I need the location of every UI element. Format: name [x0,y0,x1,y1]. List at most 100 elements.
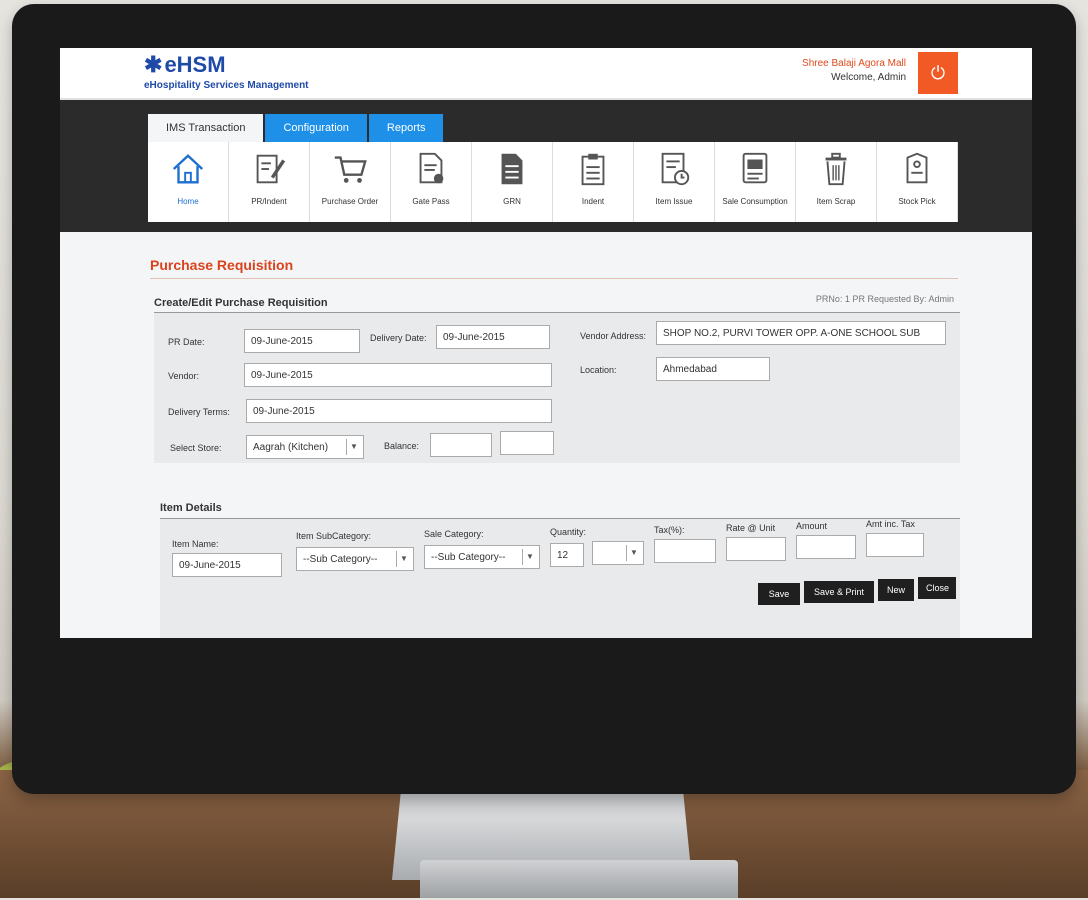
quantity-field[interactable]: 12 [550,543,584,567]
quantity-label: Quantity: [550,527,587,537]
sale-category-dropdown[interactable]: --Sub Category-- ▼ [424,545,540,569]
document-clock-icon [661,152,690,186]
save-button[interactable]: Save [758,583,800,605]
app-header: ✱eHSM eHospitality Services Management S… [60,48,1032,100]
document-icon [501,153,523,185]
select-store-label: Select Store: [170,443,222,453]
toolbar-item-issue[interactable]: Item Issue [634,142,715,222]
delivery-date-field[interactable]: 09-June-2015 [436,325,550,349]
main-tabs: IMS Transaction Configuration Reports [148,114,445,142]
toolbar-gate-pass-label: Gate Pass [412,197,450,206]
item-details-title: Item Details [160,502,222,514]
pr-date-label: PR Date: [168,337,205,347]
new-button[interactable]: New [878,579,914,601]
module-toolbar: Home PR/Indent Purchase Order Gate Pass … [148,142,958,222]
location-field[interactable]: Ahmedabad [656,357,770,381]
delivery-terms-field[interactable]: 09-June-2015 [246,399,552,423]
toolbar-purchase-order[interactable]: Purchase Order [310,142,391,222]
power-icon: ⏻ [930,63,946,83]
rate-field[interactable] [726,537,786,561]
toolbar-home-label: Home [177,197,199,206]
toolbar-indent-label: Indent [581,197,605,206]
amount-label: Amount [796,521,828,531]
tax-field[interactable] [654,539,716,563]
logout-button[interactable]: ⏻ [918,52,958,94]
welcome-text: Welcome, Admin [831,72,906,83]
edit-document-icon [256,154,286,184]
toolbar-sale-consumption-label: Sale Consumption [722,197,788,206]
app-logo[interactable]: ✱eHSM [144,52,226,78]
document-search-icon [419,152,444,184]
apple-logo-icon [564,684,593,726]
balance-field-2[interactable] [500,431,554,455]
toolbar-pr-indent-label: PR/Indent [251,197,287,206]
tab-reports[interactable]: Reports [368,114,444,142]
toolbar-purchase-order-label: Purchase Order [321,197,379,206]
chevron-down-icon: ▼ [626,545,641,561]
tax-label: Tax(%): [654,525,685,535]
toolbar-item-issue-label: Item Issue [655,197,693,206]
logo-star-icon: ✱ [144,52,163,77]
report-icon [742,152,768,184]
tab-ims-transaction[interactable]: IMS Transaction [148,114,264,142]
tab-configuration[interactable]: Configuration [265,114,367,142]
pr-date-field[interactable]: 09-June-2015 [244,329,360,353]
item-details-panel: Item Name: 09-June-2015 Item SubCategory… [160,518,960,638]
toolbar-stock-pick[interactable]: Stock Pick [877,142,958,222]
balance-label: Balance: [384,441,420,451]
sale-category-value: --Sub Category-- [431,552,506,563]
monitor-stand-foot [420,860,738,898]
toolbar-grn-label: GRN [503,197,521,206]
toolbar-stock-pick-label: Stock Pick [898,197,936,206]
app-screen: ✱eHSM eHospitality Services Management S… [60,48,1032,638]
item-subcategory-label: Item SubCategory: [296,531,372,541]
delivery-terms-label: Delivery Terms: [168,407,230,417]
balance-field-1[interactable] [430,433,492,457]
vendor-address-label: Vendor Address: [580,331,647,341]
sale-category-label: Sale Category: [424,529,484,539]
vendor-field[interactable]: 09-June-2015 [244,363,552,387]
company-name: Shree Balaji Agora Mall [802,58,906,69]
unit-dropdown[interactable]: ▼ [592,541,644,565]
chevron-down-icon: ▼ [522,549,537,565]
title-divider [150,278,958,279]
chevron-down-icon: ▼ [396,551,411,567]
main-content: Purchase Requisition Create/Edit Purchas… [60,232,1032,638]
location-label: Location: [580,365,617,375]
item-subcategory-value: --Sub Category-- [303,554,378,565]
toolbar-item-scrap[interactable]: Item Scrap [796,142,877,222]
delivery-date-label: Delivery Date: [370,333,427,343]
clipboard-icon [581,153,605,186]
pr-info: PRNo: 1 PR Requested By: Admin [815,294,954,304]
section-title: Create/Edit Purchase Requisition [154,297,328,309]
toolbar-home[interactable]: Home [148,142,229,222]
amt-inc-tax-field[interactable] [866,533,924,557]
toolbar-item-scrap-label: Item Scrap [816,197,856,206]
select-store-dropdown[interactable]: Aagrah (Kitchen) ▼ [246,435,364,459]
cart-icon [334,156,367,183]
chevron-down-icon: ▼ [346,439,361,455]
amt-inc-tax-label: Amt inc. Tax [866,519,915,529]
vendor-label: Vendor: [168,371,200,381]
trash-icon [825,152,847,186]
home-icon [172,154,204,184]
tag-icon [906,152,928,184]
toolbar-pr-indent[interactable]: PR/Indent [229,142,310,222]
select-store-value: Aagrah (Kitchen) [253,442,329,453]
item-name-label: Item Name: [172,539,219,549]
logo-text: eHSM [164,52,226,77]
pr-form: PR Date: 09-June-2015 Delivery Date: 09-… [154,312,960,463]
vendor-address-field[interactable]: SHOP NO.2, PURVI TOWER OPP. A-ONE SCHOOL… [656,321,946,345]
item-name-field[interactable]: 09-June-2015 [172,553,282,577]
page-title: Purchase Requisition [150,257,294,273]
toolbar-sale-consumption[interactable]: Sale Consumption [715,142,796,222]
save-print-button[interactable]: Save & Print [804,581,874,603]
toolbar-indent[interactable]: Indent [553,142,634,222]
close-button[interactable]: Close [918,577,956,599]
app-tagline: eHospitality Services Management [144,80,309,91]
rate-label: Rate @ Unit [726,523,776,533]
toolbar-gate-pass[interactable]: Gate Pass [391,142,472,222]
item-subcategory-dropdown[interactable]: --Sub Category-- ▼ [296,547,414,571]
toolbar-grn[interactable]: GRN [472,142,553,222]
amount-field[interactable] [796,535,856,559]
